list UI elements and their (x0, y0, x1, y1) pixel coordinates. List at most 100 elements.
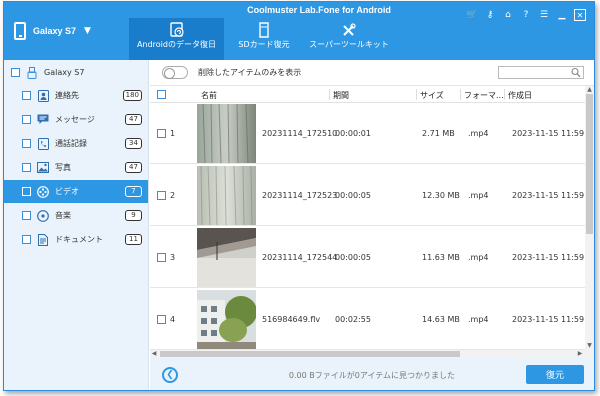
window-controls: 🛒 ⚷ ⌂ ? ☰ ▁ ✕ (466, 9, 586, 21)
checkbox[interactable] (22, 211, 31, 220)
minimize-icon[interactable]: ▁ (556, 9, 568, 21)
home-icon[interactable]: ⌂ (502, 9, 514, 21)
count-badge: 9 (125, 210, 142, 221)
sidebar-item-messages[interactable]: メッセージ 47 (4, 108, 148, 131)
file-size: 11.63 MB (422, 253, 460, 262)
tab-label: SDカード復元 (238, 40, 290, 49)
sidebar-item-contacts[interactable]: 連絡先 180 (4, 84, 148, 107)
row-number: 3 (170, 253, 176, 262)
cart-icon[interactable]: 🛒 (466, 9, 478, 21)
table-row[interactable]: 1 20231114_172510 00:00:01 2.71 MB .mp4 … (150, 103, 594, 164)
row-checkbox[interactable] (157, 129, 166, 138)
checkbox[interactable] (22, 115, 31, 124)
tab-sd-card[interactable]: SDカード復元 (229, 18, 299, 60)
usb-icon (26, 66, 38, 79)
checkbox[interactable] (22, 187, 31, 196)
sidebar-item-label: 音楽 (55, 211, 71, 220)
sidebar-item-photos[interactable]: 写真 47 (4, 156, 148, 179)
recover-button[interactable]: 復元 (526, 365, 584, 384)
sidebar-item-video[interactable]: ビデオ 7 (4, 180, 148, 203)
app-window: Galaxy S7 ▼ Coolmuster Lab.Fone for Andr… (3, 1, 595, 391)
toolkit-icon (341, 21, 357, 39)
scroll-right-arrow[interactable]: ▶ (576, 350, 584, 358)
table-row[interactable]: 2 20231114_172523 00:00:05 12.30 MB .mp4… (150, 165, 594, 226)
table-row[interactable]: 3 20231114_172544 00:00:05 11.63 MB .mp4… (150, 227, 594, 288)
checkbox[interactable] (22, 235, 31, 244)
deleted-only-toggle[interactable] (162, 66, 188, 79)
count-badge: 11 (125, 234, 142, 245)
table-row[interactable]: 4 516984649.flv 00:02:55 14.63 MB .mp4 2… (150, 289, 594, 350)
file-name: 516984649.flv (262, 315, 321, 324)
file-size: 2.71 MB (422, 129, 455, 138)
file-duration: 00:00:05 (335, 191, 371, 200)
file-size: 14.63 MB (422, 315, 460, 324)
file-created: 2023-11-15 11:59:33 (512, 315, 594, 324)
file-size: 12.30 MB (422, 191, 460, 200)
table-header: 名前 期間 サイズ フォーマ... 作成日 (150, 86, 585, 103)
select-all-checkbox[interactable] (157, 90, 166, 99)
count-badge: 34 (125, 138, 142, 149)
sidebar-item-label: Galaxy S7 (44, 68, 85, 77)
sidebar-item-label: メッセージ (55, 115, 95, 124)
scroll-up-arrow[interactable]: ▲ (585, 86, 594, 94)
sidebar-item-label: ドキュメント (55, 235, 103, 244)
column-header-created[interactable]: 作成日 (508, 90, 532, 101)
music-icon (37, 209, 49, 222)
column-divider (329, 89, 330, 100)
vertical-scrollbar[interactable]: ▲ ▼ (585, 86, 594, 350)
search-icon[interactable] (571, 67, 581, 78)
checkbox[interactable] (22, 91, 31, 100)
file-created: 2023-11-15 11:59:30 (512, 191, 594, 200)
column-header-size[interactable]: サイズ (420, 90, 444, 101)
video-icon (37, 185, 49, 198)
scroll-down-arrow[interactable]: ▼ (585, 342, 594, 350)
tab-label: Androidのデータ復日 (137, 40, 216, 49)
footer-bar: ❮ 0.00 Bファイルが0アイテムに見つかりました 復元 (150, 358, 594, 390)
sd-card-icon (257, 21, 271, 39)
count-badge: 47 (125, 162, 142, 173)
contacts-icon (37, 89, 49, 102)
video-thumbnail (197, 228, 256, 287)
scrollbar-thumb[interactable] (586, 94, 593, 234)
file-created: 2023-11-15 11:59:32 (512, 253, 594, 262)
photos-icon (37, 162, 49, 174)
scroll-left-arrow[interactable]: ◀ (150, 350, 158, 358)
sidebar-item-documents[interactable]: ドキュメント 11 (4, 228, 148, 251)
row-checkbox[interactable] (157, 315, 166, 324)
file-format: .mp4 (468, 129, 489, 138)
column-header-format[interactable]: フォーマ... (464, 90, 504, 101)
file-created: 2023-11-15 11:59:28 (512, 129, 594, 138)
tab-android-data[interactable]: Androidのデータ復日 (129, 18, 224, 60)
close-icon[interactable]: ✕ (574, 9, 586, 21)
scrollbar-thumb[interactable] (160, 351, 460, 357)
tab-super-toolkit[interactable]: スーパーツールキット (304, 18, 394, 60)
column-divider (460, 89, 461, 100)
row-checkbox[interactable] (157, 191, 166, 200)
sidebar-item-label: 通話記録 (55, 139, 87, 148)
checkbox[interactable] (11, 68, 20, 77)
file-name: 20231114_172523 (262, 191, 338, 200)
menu-icon[interactable]: ☰ (538, 9, 550, 21)
call-log-icon (37, 137, 49, 150)
app-title: Coolmuster Lab.Fone for Android (247, 5, 391, 15)
count-badge: 7 (125, 186, 142, 197)
file-name: 20231114_172544 (262, 253, 338, 262)
horizontal-scrollbar[interactable]: ◀ ▶ (150, 350, 594, 358)
file-duration: 00:00:05 (335, 253, 371, 262)
column-header-duration[interactable]: 期間 (333, 90, 349, 101)
tab-label: スーパーツールキット (309, 40, 389, 49)
help-icon[interactable]: ? (520, 9, 532, 21)
checkbox[interactable] (22, 139, 31, 148)
column-header-name[interactable]: 名前 (201, 90, 217, 101)
sidebar-item-label: 写真 (55, 163, 71, 172)
row-number: 1 (170, 129, 176, 138)
sidebar-item-call-log[interactable]: 通話記録 34 (4, 132, 148, 155)
sidebar-item-music[interactable]: 音楽 9 (4, 204, 148, 227)
search-input[interactable] (498, 66, 584, 79)
row-checkbox[interactable] (157, 253, 166, 262)
chevron-down-icon[interactable]: ▼ (84, 26, 91, 36)
key-icon[interactable]: ⚷ (484, 9, 496, 21)
sidebar-item-device[interactable]: Galaxy S7 (4, 61, 148, 84)
checkbox[interactable] (22, 163, 31, 172)
device-selector[interactable]: Galaxy S7 ▼ (4, 2, 149, 60)
